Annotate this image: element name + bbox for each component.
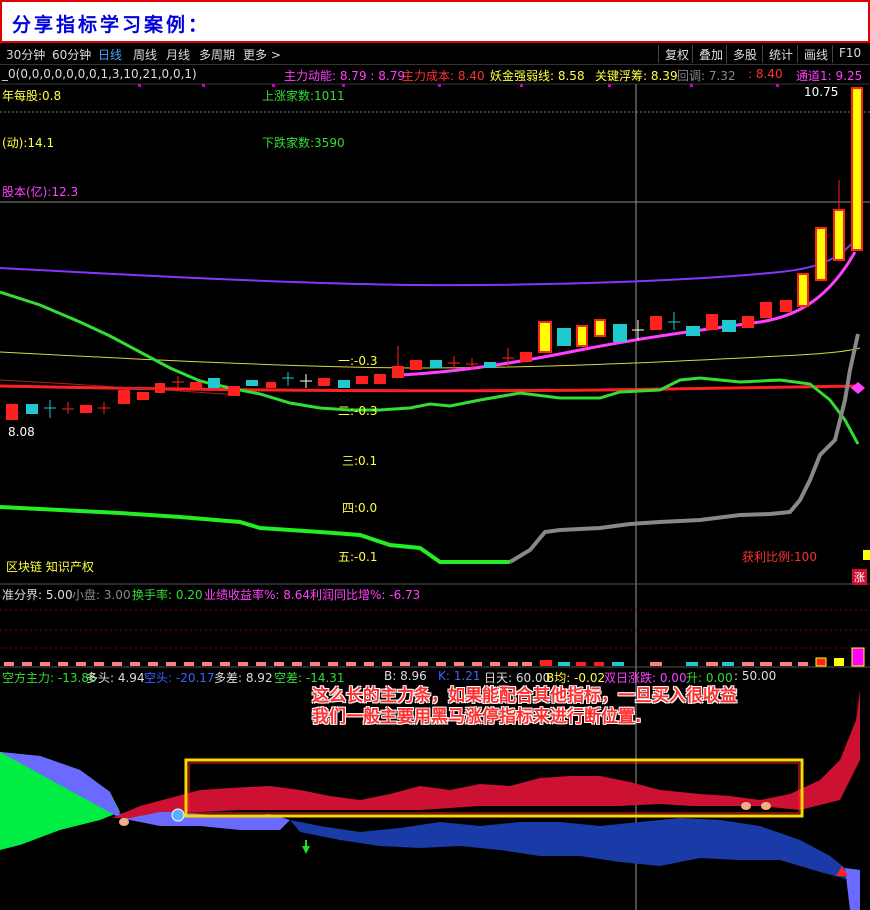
b-avg-value: B均: -0.02 xyxy=(546,671,606,685)
hand-icon xyxy=(741,802,751,810)
k-value: K: 1.21 xyxy=(438,669,481,683)
long-head-value: 多头: 4.94 xyxy=(86,671,145,685)
turnover-value: 换手率: 0.20 xyxy=(132,588,203,602)
short-head-value: 空头: -20.17 xyxy=(144,671,215,685)
day-value: 日天: 60.00 xyxy=(484,671,551,685)
share-capital-label: 股本(亿):12.3 xyxy=(2,185,79,199)
volume-bars xyxy=(4,647,865,667)
activity-label: (动):14.1 xyxy=(2,136,55,150)
level3-label: 三:0.1 xyxy=(342,454,378,468)
annotation-line1: 这么长的主力条，如果能配合其他指标，一旦买入很收益 xyxy=(312,686,737,706)
low-price-label: 8.08 xyxy=(8,425,35,439)
high-price-label: 10.75 xyxy=(804,85,839,99)
up-count-label: 上涨家数:1011 xyxy=(262,89,345,103)
green-bottom-line xyxy=(0,505,510,564)
per-share-label: 年每股:0.8 xyxy=(2,89,62,103)
volume-header: 准分界: 5.00 小盘: 3.00 换手率: 0.20 业绩收益率%: 8.6… xyxy=(0,585,870,602)
signal-circle-icon xyxy=(171,808,185,822)
yellow-marker xyxy=(863,550,870,560)
long-diff-value: 多差: 8.92 xyxy=(214,671,273,685)
main-force-header: 空方主力: -13.86 多头: 4.94 空头: -20.17 多差: 8.9… xyxy=(0,668,870,685)
limit-up-badge: 涨 xyxy=(852,569,867,585)
purple-channel-line xyxy=(0,239,856,287)
hand-icon xyxy=(119,818,129,826)
perf-growth-value: 业绩收益率%: 8.64 xyxy=(204,588,310,602)
gray-profit-line xyxy=(508,333,860,564)
b-value: B: 8.96 xyxy=(384,669,427,683)
hand-icon xyxy=(761,802,771,810)
concept-label: 区块链 知识产权 xyxy=(6,560,94,574)
price-marker xyxy=(851,382,865,394)
std-line-value: 准分界: 5.00 xyxy=(2,588,73,602)
main-force-value: 空方主力: -13.86 xyxy=(2,671,97,685)
rise-value: 升: 0.00 xyxy=(686,671,733,685)
double-limit-value: 双日涨跌: 0.00 xyxy=(604,671,687,685)
profit-yoy-value: 利润同比增%: -6.73 xyxy=(310,588,421,602)
short-diff-value: 空差: -14.31 xyxy=(274,671,345,685)
level5-label: 五:-0.1 xyxy=(338,550,378,564)
level1-label: 一:-0.3 xyxy=(338,354,378,368)
level2-label: 二:-0.3 xyxy=(338,404,378,418)
down-arrow-icon xyxy=(302,846,310,854)
small-cap-value: 小盘: 3.00 xyxy=(72,588,131,602)
annotation-line2: 我们一般主要用黑马涨停指标来进行断位置. xyxy=(312,707,642,727)
down-count-label: 下跌家数:3590 xyxy=(262,136,345,150)
tail-value: : 50.00 xyxy=(734,669,777,683)
candlestick-series xyxy=(6,87,863,420)
level4-label: 四:0.0 xyxy=(342,501,378,515)
profit-ratio-label: 获利比例:100 xyxy=(742,550,817,564)
annotation-text: 这么长的主力条，如果能配合其他指标，一旦买入很收益 我们一般主要用黑马涨停指标来… xyxy=(312,686,737,728)
chart-canvas xyxy=(0,83,870,910)
